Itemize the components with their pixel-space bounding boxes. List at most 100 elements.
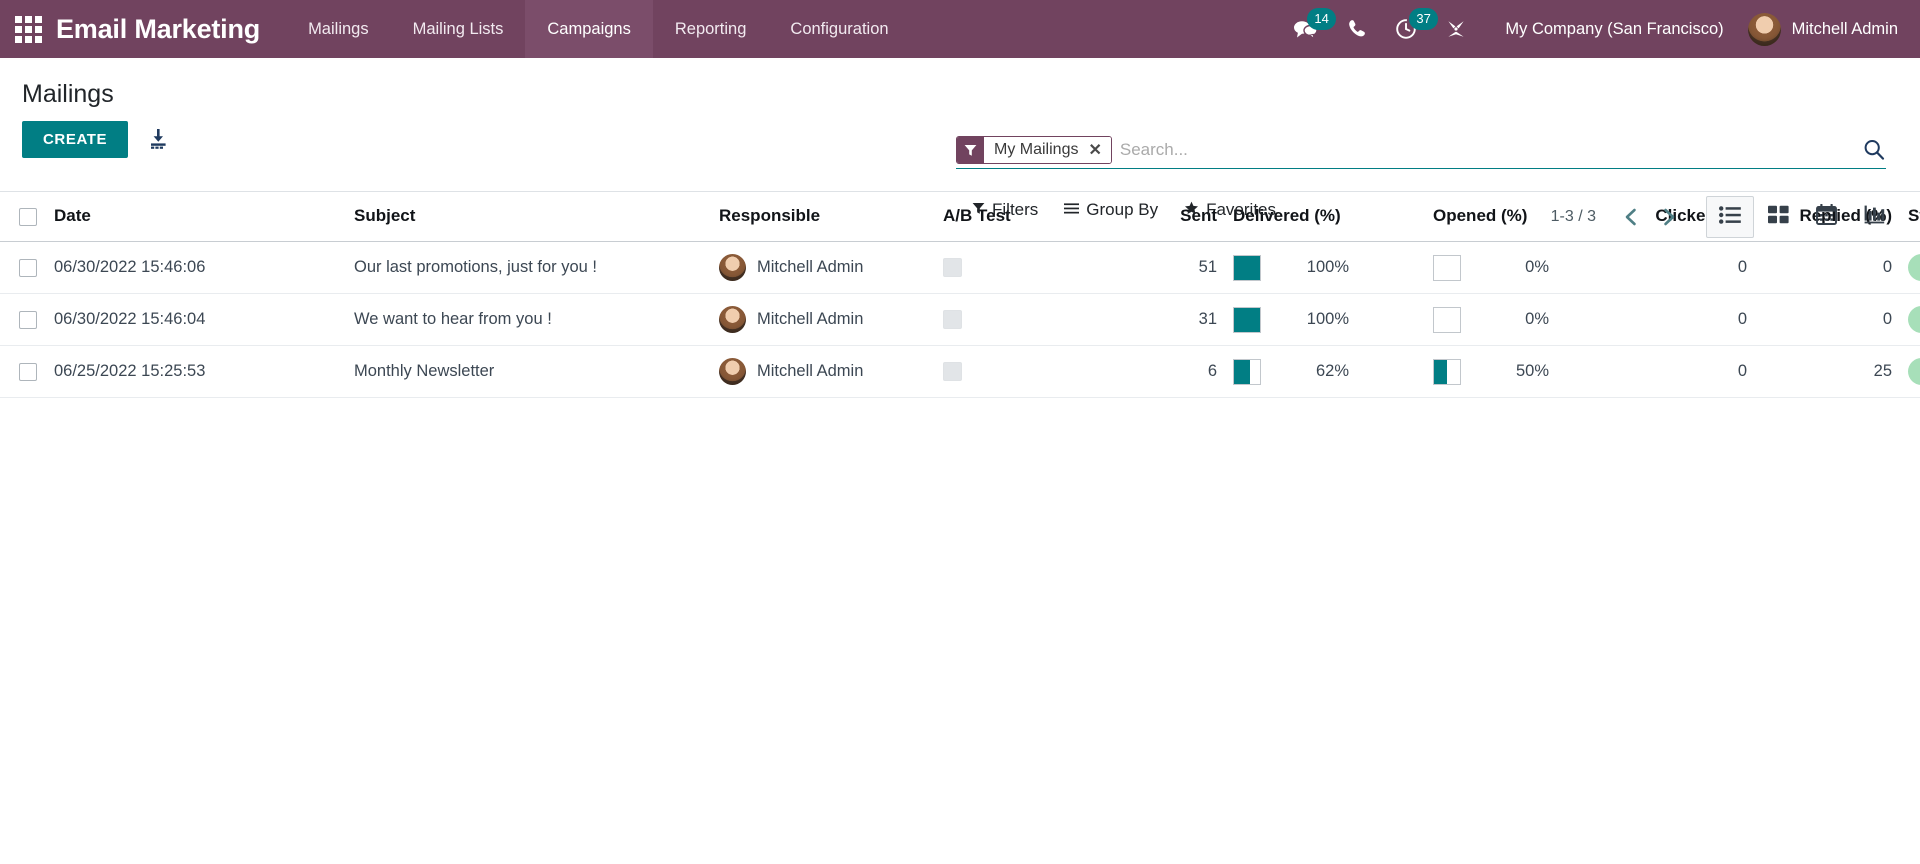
- cell-delivered: 62%: [1225, 345, 1425, 398]
- search-options-row: Filters Group By Favorites: [972, 200, 1276, 220]
- avatar: [719, 358, 746, 385]
- menu-item-configuration[interactable]: Configuration: [768, 0, 910, 58]
- cell-clicked: 0: [1615, 241, 1755, 294]
- cell-delivered: 100%: [1225, 293, 1425, 346]
- cell-sent: 51: [1105, 241, 1225, 294]
- delivered-value: 62%: [1315, 362, 1349, 380]
- debug-menu-button[interactable]: [1431, 0, 1481, 58]
- responsible-name: Mitchell Admin: [757, 258, 864, 276]
- apps-menu-button[interactable]: [0, 0, 56, 58]
- search-facet-label: My Mailings: [984, 137, 1087, 163]
- filter-funnel-icon: [957, 137, 984, 163]
- opened-progress-bar: [1433, 254, 1461, 281]
- search-panel: My Mailings ✕: [956, 136, 1886, 169]
- cell-status: Sent: [1900, 241, 1920, 294]
- menu-item-campaigns[interactable]: Campaigns: [525, 0, 653, 58]
- table-body: 06/30/2022 15:46:06 Our last promotions, …: [0, 241, 1920, 398]
- apps-grid-icon: [14, 15, 42, 43]
- favorites-dropdown-button[interactable]: Favorites: [1184, 200, 1276, 220]
- phone-icon: [1347, 18, 1367, 40]
- cell-opened: 50%: [1425, 345, 1615, 398]
- view-button-graph[interactable]: [1850, 196, 1898, 238]
- table-row[interactable]: 06/30/2022 15:46:06 Our last promotions, …: [0, 241, 1920, 294]
- cell-opened: 0%: [1425, 241, 1615, 294]
- opened-value: 0%: [1525, 310, 1549, 328]
- star-icon: [1184, 200, 1199, 220]
- search-icon[interactable]: [1862, 138, 1886, 162]
- column-header-responsible[interactable]: Responsible: [711, 192, 935, 242]
- delivered-progress-bar: [1233, 358, 1261, 385]
- search-facet-my-mailings[interactable]: My Mailings ✕: [956, 136, 1112, 164]
- page-title: Mailings: [22, 80, 114, 108]
- column-header-subject[interactable]: Subject: [346, 192, 711, 242]
- select-all-checkbox[interactable]: [19, 207, 37, 226]
- import-download-icon[interactable]: [146, 127, 170, 151]
- control-panel: Mailings CREATE My Mailings ✕ Search... …: [0, 58, 1920, 238]
- table-row[interactable]: 06/25/2022 15:25:53 Monthly Newsletter Mit…: [0, 345, 1920, 398]
- list-view-icon: [1719, 205, 1741, 229]
- column-header-status[interactable]: Status: [1900, 192, 1920, 242]
- row-select-checkbox[interactable]: [19, 258, 37, 277]
- search-facet-remove-button[interactable]: ✕: [1086, 137, 1111, 163]
- messages-menu-button[interactable]: 14: [1279, 0, 1336, 58]
- view-switcher: [1706, 196, 1898, 238]
- row-select-cell: [0, 241, 46, 294]
- pager-counter[interactable]: 1-3 / 3: [1551, 208, 1596, 226]
- pager-previous-button[interactable]: [1614, 200, 1648, 234]
- create-button[interactable]: CREATE: [22, 120, 129, 158]
- cell-ab-test: [935, 241, 1105, 294]
- cell-date: 06/25/2022 15:25:53: [46, 345, 346, 398]
- company-switcher[interactable]: My Company (San Francisco): [1481, 0, 1741, 58]
- menu-item-mailings[interactable]: Mailings: [286, 0, 391, 58]
- cell-subject: We want to hear from you !: [346, 293, 711, 346]
- delivered-value: 100%: [1306, 258, 1349, 276]
- cell-status: Sent: [1900, 293, 1920, 346]
- ab-test-checkbox: [943, 362, 962, 382]
- responsible-name: Mitchell Admin: [757, 362, 864, 380]
- row-select-cell: [0, 345, 46, 398]
- column-header-date[interactable]: Date: [46, 192, 346, 242]
- cell-date: 06/30/2022 15:46:06: [46, 241, 346, 294]
- cell-ab-test: [935, 293, 1105, 346]
- avatar: [719, 306, 746, 333]
- filters-label: Filters: [992, 200, 1039, 219]
- top-navbar: Email Marketing Mailings Mailing Lists C…: [0, 0, 1920, 58]
- cell-status: Sent: [1900, 345, 1920, 398]
- pager-next-button[interactable]: [1652, 200, 1686, 234]
- view-button-kanban[interactable]: [1754, 196, 1802, 238]
- activities-menu-button[interactable]: 37: [1381, 0, 1438, 58]
- row-select-checkbox[interactable]: [19, 310, 37, 329]
- voip-phone-button[interactable]: [1333, 0, 1381, 58]
- app-brand-name[interactable]: Email Marketing: [56, 0, 286, 58]
- row-select-checkbox[interactable]: [19, 362, 37, 381]
- cell-replied: 0: [1755, 293, 1900, 346]
- user-menu[interactable]: Mitchell Admin: [1742, 0, 1920, 58]
- opened-value: 0%: [1525, 258, 1549, 276]
- cell-replied: 25: [1755, 345, 1900, 398]
- cell-delivered: 100%: [1225, 241, 1425, 294]
- view-button-list[interactable]: [1706, 196, 1754, 238]
- select-all-header: [0, 192, 46, 242]
- pager-and-views: 1-3 / 3: [1551, 196, 1898, 238]
- delivered-progress-bar: [1233, 254, 1261, 281]
- avatar: [719, 254, 746, 281]
- view-button-calendar[interactable]: [1802, 196, 1850, 238]
- cell-responsible: Mitchell Admin: [711, 293, 935, 346]
- group-by-dropdown-button[interactable]: Group By: [1064, 200, 1158, 220]
- row-select-cell: [0, 293, 46, 346]
- search-box: My Mailings ✕: [956, 136, 1886, 169]
- search-input[interactable]: [1115, 138, 1886, 162]
- table-row[interactable]: 06/30/2022 15:46:04 We want to hear from …: [0, 293, 1920, 346]
- cell-responsible: Mitchell Admin: [711, 345, 935, 398]
- menu-item-mailing-lists[interactable]: Mailing Lists: [391, 0, 526, 58]
- cell-clicked: 0: [1615, 345, 1755, 398]
- user-avatar: [1747, 12, 1781, 46]
- filters-dropdown-button[interactable]: Filters: [972, 200, 1038, 220]
- opened-value: 50%: [1515, 362, 1549, 380]
- cell-opened: 0%: [1425, 293, 1615, 346]
- favorites-label: Favorites: [1206, 200, 1277, 219]
- ab-test-checkbox: [943, 258, 962, 278]
- cell-subject: Monthly Newsletter: [346, 345, 711, 398]
- menu-item-reporting[interactable]: Reporting: [653, 0, 769, 58]
- status-badge: Sent: [1908, 306, 1920, 333]
